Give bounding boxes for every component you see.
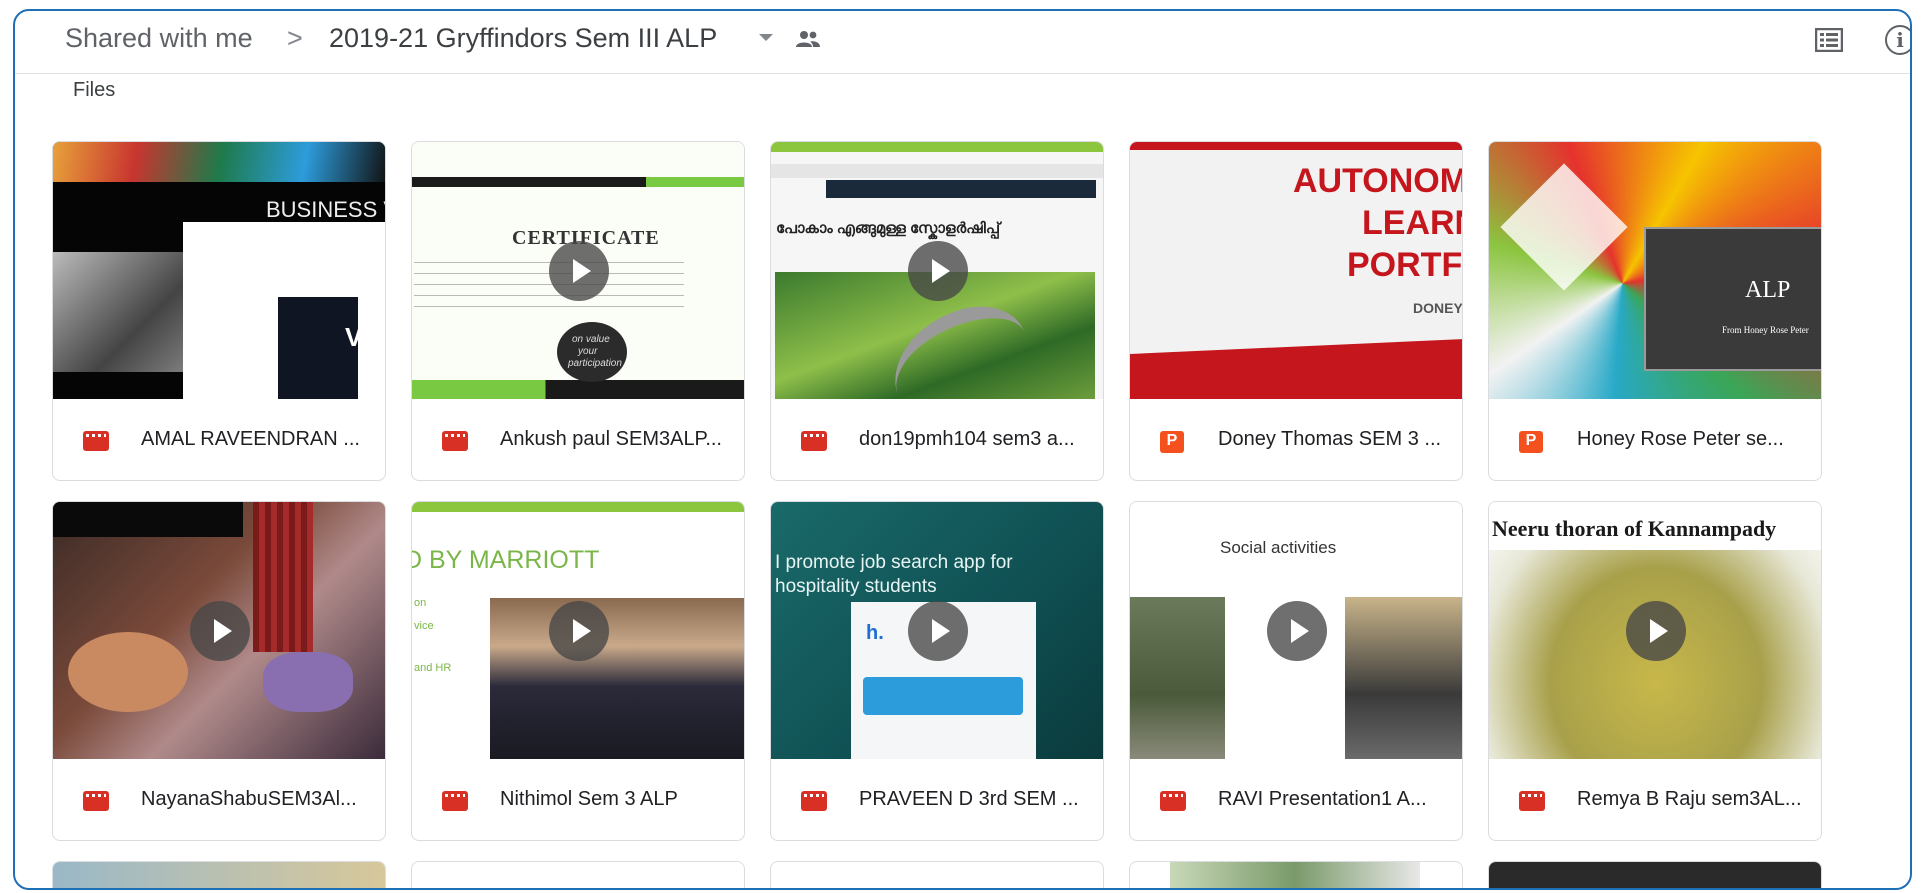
file-thumbnail: CERTIFICATE on value your participation bbox=[412, 142, 744, 399]
file-meta: P Doney Thomas SEM 3 ... bbox=[1130, 399, 1462, 480]
play-icon bbox=[1626, 601, 1686, 661]
thumbnail-text: DONEY T bbox=[1413, 300, 1463, 316]
breadcrumb-shared-with-me[interactable]: Shared with me bbox=[65, 23, 253, 54]
caret-down-icon[interactable] bbox=[759, 34, 773, 41]
video-file-icon bbox=[442, 791, 468, 811]
video-file-icon bbox=[83, 431, 109, 451]
play-icon bbox=[190, 601, 250, 661]
file-thumbnail bbox=[53, 502, 385, 759]
thumbnail-text: LEARNI bbox=[1362, 204, 1462, 242]
file-name: PRAVEEN D 3rd SEM ... bbox=[859, 788, 1079, 810]
file-name: don19pmh104 sem3 a... bbox=[859, 428, 1075, 450]
file-name: NayanaShabuSEM3Al... bbox=[141, 788, 357, 810]
file-meta: Remya B Raju sem3AL... bbox=[1489, 759, 1821, 840]
file-card[interactable]: CERTIFICATE on value your participation … bbox=[411, 141, 745, 481]
file-name: Remya B Raju sem3AL... bbox=[1577, 788, 1802, 810]
thumbnail-text: പോകാം എങ്ങുമുള്ള സ്കോളർഷിപ്പ് bbox=[776, 220, 1000, 237]
video-file-icon bbox=[801, 431, 827, 451]
breadcrumb-current-folder[interactable]: 2019-21 Gryffindors Sem III ALP bbox=[329, 23, 717, 54]
thumbnail-text: From Honey Rose Peter bbox=[1722, 325, 1809, 335]
file-card[interactable]: Neeru thoran of Kannampady Remya B Raju … bbox=[1488, 501, 1822, 841]
file-card-partial[interactable] bbox=[52, 861, 386, 888]
thumbnail-text: PORTFO bbox=[1347, 246, 1463, 284]
play-icon bbox=[908, 601, 968, 661]
video-file-icon bbox=[442, 431, 468, 451]
video-file-icon bbox=[1519, 791, 1545, 811]
file-card[interactable]: AUTONOMO LEARNI PORTFO DONEY T P Doney T… bbox=[1129, 141, 1463, 481]
file-card[interactable]: ALP From Honey Rose Peter P Honey Rose P… bbox=[1488, 141, 1822, 481]
file-meta: Nithimol Sem 3 ALP bbox=[412, 759, 744, 840]
file-card[interactable]: D BY MARRIOTT on vice and HR Nithimol Se… bbox=[411, 501, 745, 841]
file-thumbnail: Neeru thoran of Kannampady bbox=[1489, 502, 1821, 759]
file-name: AMAL RAVEENDRAN ... bbox=[141, 428, 360, 450]
slides-file-icon: P bbox=[1519, 431, 1543, 453]
breadcrumb-separator: > bbox=[287, 23, 303, 53]
play-icon bbox=[190, 241, 250, 301]
file-meta: Ankush paul SEM3ALP... bbox=[412, 399, 744, 480]
thumbnail-text: AUTONOMO bbox=[1293, 162, 1462, 200]
thumbnail-text: h. bbox=[866, 622, 884, 644]
thumbnail-text: D BY MARRIOTT bbox=[412, 546, 600, 574]
thumbnail-text: Neeru thoran of Kannampady bbox=[1492, 516, 1777, 541]
file-card[interactable]: Social activities RAVI Presentation1 A..… bbox=[1129, 501, 1463, 841]
play-icon bbox=[549, 601, 609, 661]
video-file-icon bbox=[801, 791, 827, 811]
file-thumbnail: ALP From Honey Rose Peter bbox=[1489, 142, 1821, 399]
file-thumbnail: D BY MARRIOTT on vice and HR bbox=[412, 502, 744, 759]
thumbnail-text: your bbox=[578, 346, 598, 357]
slides-file-icon: P bbox=[1160, 431, 1184, 453]
file-card-partial[interactable] bbox=[1129, 861, 1463, 888]
play-icon bbox=[908, 241, 968, 301]
thumbnail-text: participation bbox=[568, 358, 622, 369]
file-meta: PRAVEEN D 3rd SEM ... bbox=[771, 759, 1103, 840]
thumbnail-text: I promote job search app for bbox=[775, 552, 1013, 573]
thumbnail-text: vice bbox=[414, 620, 434, 632]
file-thumbnail: പോകാം എങ്ങുമുള്ള സ്കോളർഷിപ്പ് bbox=[771, 142, 1103, 399]
video-file-icon bbox=[83, 791, 109, 811]
file-meta: don19pmh104 sem3 a... bbox=[771, 399, 1103, 480]
people-icon bbox=[796, 31, 820, 47]
thumbnail-text: VE bbox=[345, 322, 380, 352]
file-meta: P Honey Rose Peter se... bbox=[1489, 399, 1821, 480]
play-icon bbox=[1267, 601, 1327, 661]
list-view-icon[interactable] bbox=[1815, 28, 1843, 52]
file-card[interactable]: പോകാം എങ്ങുമുള്ള സ്കോളർഷിപ്പ് don19pmh10… bbox=[770, 141, 1104, 481]
file-card[interactable]: BUSINESS V VE AMAL RAVEENDRAN ... bbox=[52, 141, 386, 481]
thumbnail-text: Social activities bbox=[1220, 538, 1337, 557]
thumbnail-text: on bbox=[414, 597, 427, 609]
info-icon[interactable]: i bbox=[1885, 25, 1910, 55]
video-file-icon bbox=[1160, 791, 1186, 811]
top-bar: Shared with me > 2019-21 Gryffindors Sem… bbox=[15, 11, 1910, 74]
file-thumbnail: AUTONOMO LEARNI PORTFO DONEY T bbox=[1130, 142, 1463, 399]
file-card-partial[interactable] bbox=[411, 861, 745, 888]
section-label-files: Files bbox=[73, 79, 116, 101]
thumbnail-text: on value bbox=[572, 334, 610, 345]
thumbnail-text: hospitality students bbox=[775, 576, 937, 597]
thumbnail-text: BUSINESS V bbox=[266, 197, 386, 222]
file-meta: AMAL RAVEENDRAN ... bbox=[53, 399, 385, 480]
file-thumbnail: BUSINESS V VE bbox=[53, 142, 386, 399]
thumbnail-text: ALP bbox=[1745, 277, 1791, 303]
file-thumbnail: I promote job search app for hospitality… bbox=[771, 502, 1103, 759]
thumbnail-text: and HR bbox=[414, 662, 452, 674]
file-name: Nithimol Sem 3 ALP bbox=[500, 788, 678, 810]
file-name: RAVI Presentation1 A... bbox=[1218, 788, 1427, 810]
drive-window: Shared with me > 2019-21 Gryffindors Sem… bbox=[13, 9, 1912, 890]
file-name: Ankush paul SEM3ALP... bbox=[500, 428, 722, 450]
file-card-partial[interactable] bbox=[770, 861, 1104, 888]
file-thumbnail: Social activities bbox=[1130, 502, 1462, 759]
file-meta: RAVI Presentation1 A... bbox=[1130, 759, 1462, 840]
file-card[interactable]: NayanaShabuSEM3Al... bbox=[52, 501, 386, 841]
play-icon bbox=[549, 241, 609, 301]
file-meta: NayanaShabuSEM3Al... bbox=[53, 759, 385, 840]
file-name: Honey Rose Peter se... bbox=[1577, 428, 1784, 450]
file-name: Doney Thomas SEM 3 ... bbox=[1218, 428, 1442, 450]
file-card-partial[interactable] bbox=[1488, 861, 1822, 888]
file-card[interactable]: I promote job search app for hospitality… bbox=[770, 501, 1104, 841]
